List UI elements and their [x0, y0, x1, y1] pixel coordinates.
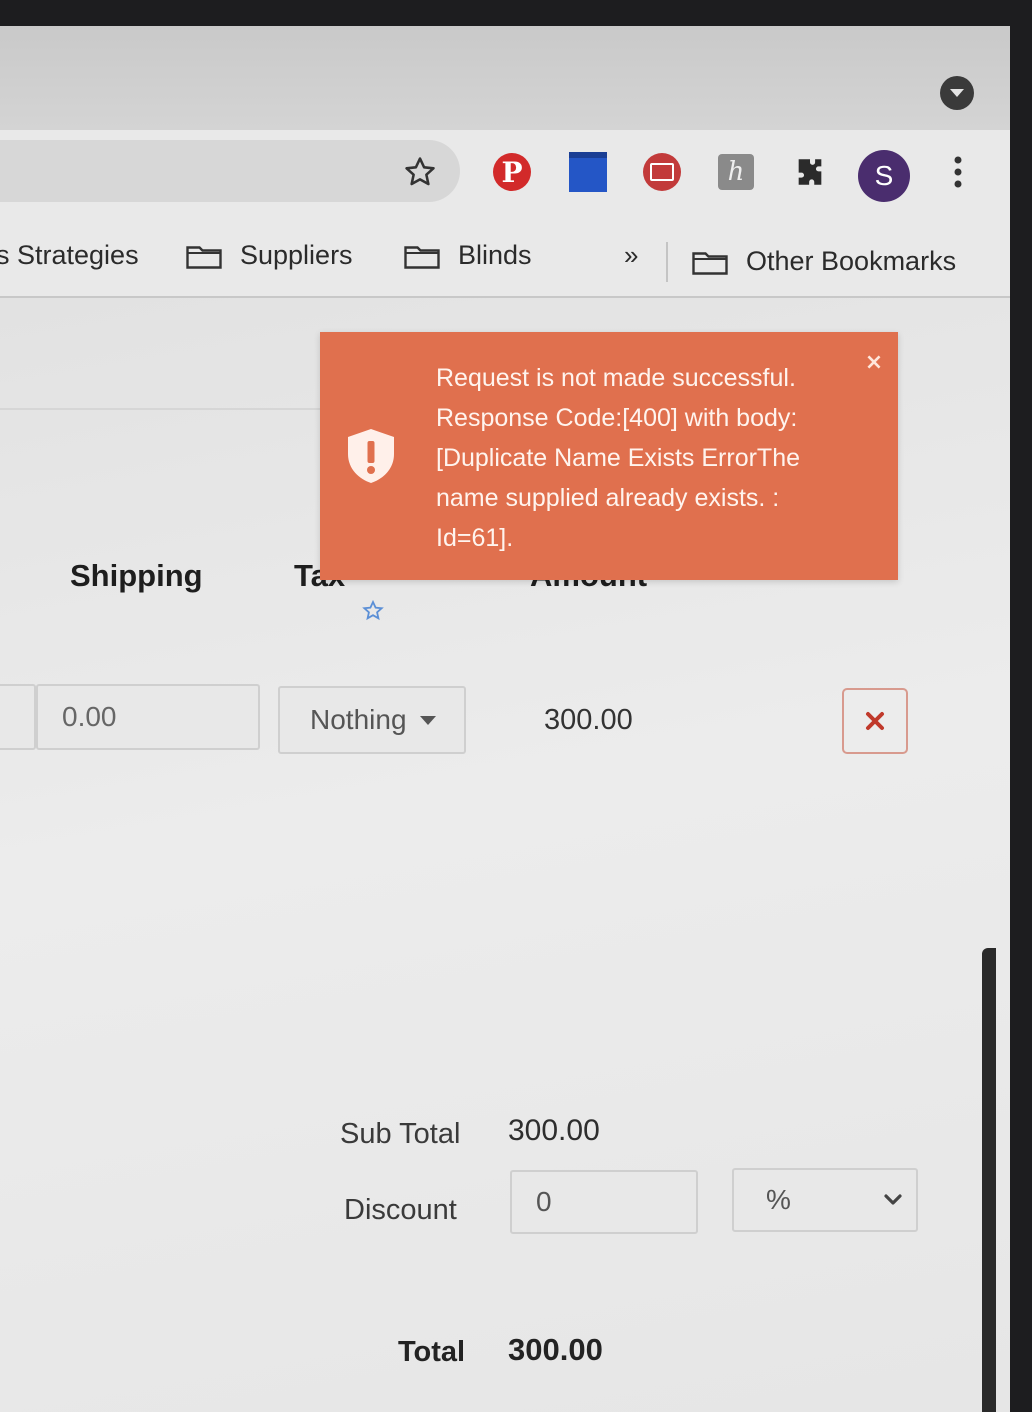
bookmark-other-bookmarks[interactable]: Other Bookmarks	[692, 246, 956, 277]
toast-close-button[interactable]: ×	[862, 350, 886, 375]
bookmarks-bar: s Strategies Suppliers Blinds » Other Bo…	[0, 222, 1010, 298]
tax-settings-icon[interactable]	[360, 600, 386, 624]
chevron-down-icon	[884, 1194, 902, 1205]
h-glyph: h	[718, 154, 754, 190]
toast-message: Request is not made successful. Response…	[436, 364, 801, 552]
subtotal-value: 300.00	[508, 1114, 600, 1147]
pinterest-glyph: P	[493, 153, 531, 191]
menu-icon[interactable]	[936, 150, 980, 194]
folder-icon	[404, 245, 440, 269]
bookmarks-divider	[666, 242, 668, 282]
remove-row-button[interactable]	[842, 688, 908, 754]
folder-icon	[692, 251, 728, 275]
bookmark-label: Suppliers	[240, 240, 353, 270]
tab-search-button[interactable]	[940, 76, 974, 110]
bookmark-label: Blinds	[458, 240, 532, 270]
bookmark-strategies[interactable]: s Strategies	[0, 240, 139, 271]
caret-down-icon	[420, 716, 436, 725]
tab-strip	[0, 26, 1010, 130]
bookmarks-overflow-button[interactable]: »	[624, 240, 638, 271]
star-icon[interactable]	[398, 150, 442, 194]
screencast-icon[interactable]	[640, 150, 684, 194]
browser-window: P h S s Strategies Suppliers Blinds » Ot…	[0, 26, 1010, 1412]
puzzle-icon[interactable]	[788, 150, 832, 194]
amount-value: 300.00	[544, 704, 633, 736]
quantity-input[interactable]	[0, 684, 36, 750]
folder-icon	[186, 245, 222, 269]
discount-label: Discount	[344, 1194, 457, 1226]
address-bar[interactable]	[0, 140, 460, 202]
error-toast: Request is not made successful. Response…	[320, 332, 898, 580]
shipping-input[interactable]: 0.00	[36, 684, 260, 750]
scrollbar[interactable]	[982, 948, 996, 1412]
pinterest-icon[interactable]: P	[490, 150, 534, 194]
discount-input[interactable]: 0	[510, 1170, 698, 1234]
discount-type-select[interactable]: %	[732, 1168, 918, 1232]
h-icon[interactable]: h	[714, 150, 758, 194]
profile-avatar[interactable]: S	[858, 150, 910, 202]
bookmark-label: Other Bookmarks	[746, 246, 957, 276]
bookmark-blinds[interactable]: Blinds	[404, 240, 532, 271]
header-shipping: Shipping	[70, 558, 203, 593]
bookmark-suppliers[interactable]: Suppliers	[186, 240, 353, 271]
chevron-down-icon	[950, 89, 964, 97]
discount-type-value: %	[766, 1184, 791, 1215]
tax-select[interactable]: Nothing	[278, 686, 466, 754]
total-value: 300.00	[508, 1332, 603, 1367]
close-icon	[866, 712, 884, 730]
shield-alert-icon	[348, 429, 394, 483]
divider	[0, 408, 330, 410]
subtotal-label: Sub Total	[340, 1118, 461, 1150]
calendar-icon[interactable]	[566, 150, 610, 194]
total-label: Total	[398, 1336, 466, 1368]
tax-select-value: Nothing	[310, 704, 407, 735]
bookmark-label: s Strategies	[0, 240, 139, 270]
